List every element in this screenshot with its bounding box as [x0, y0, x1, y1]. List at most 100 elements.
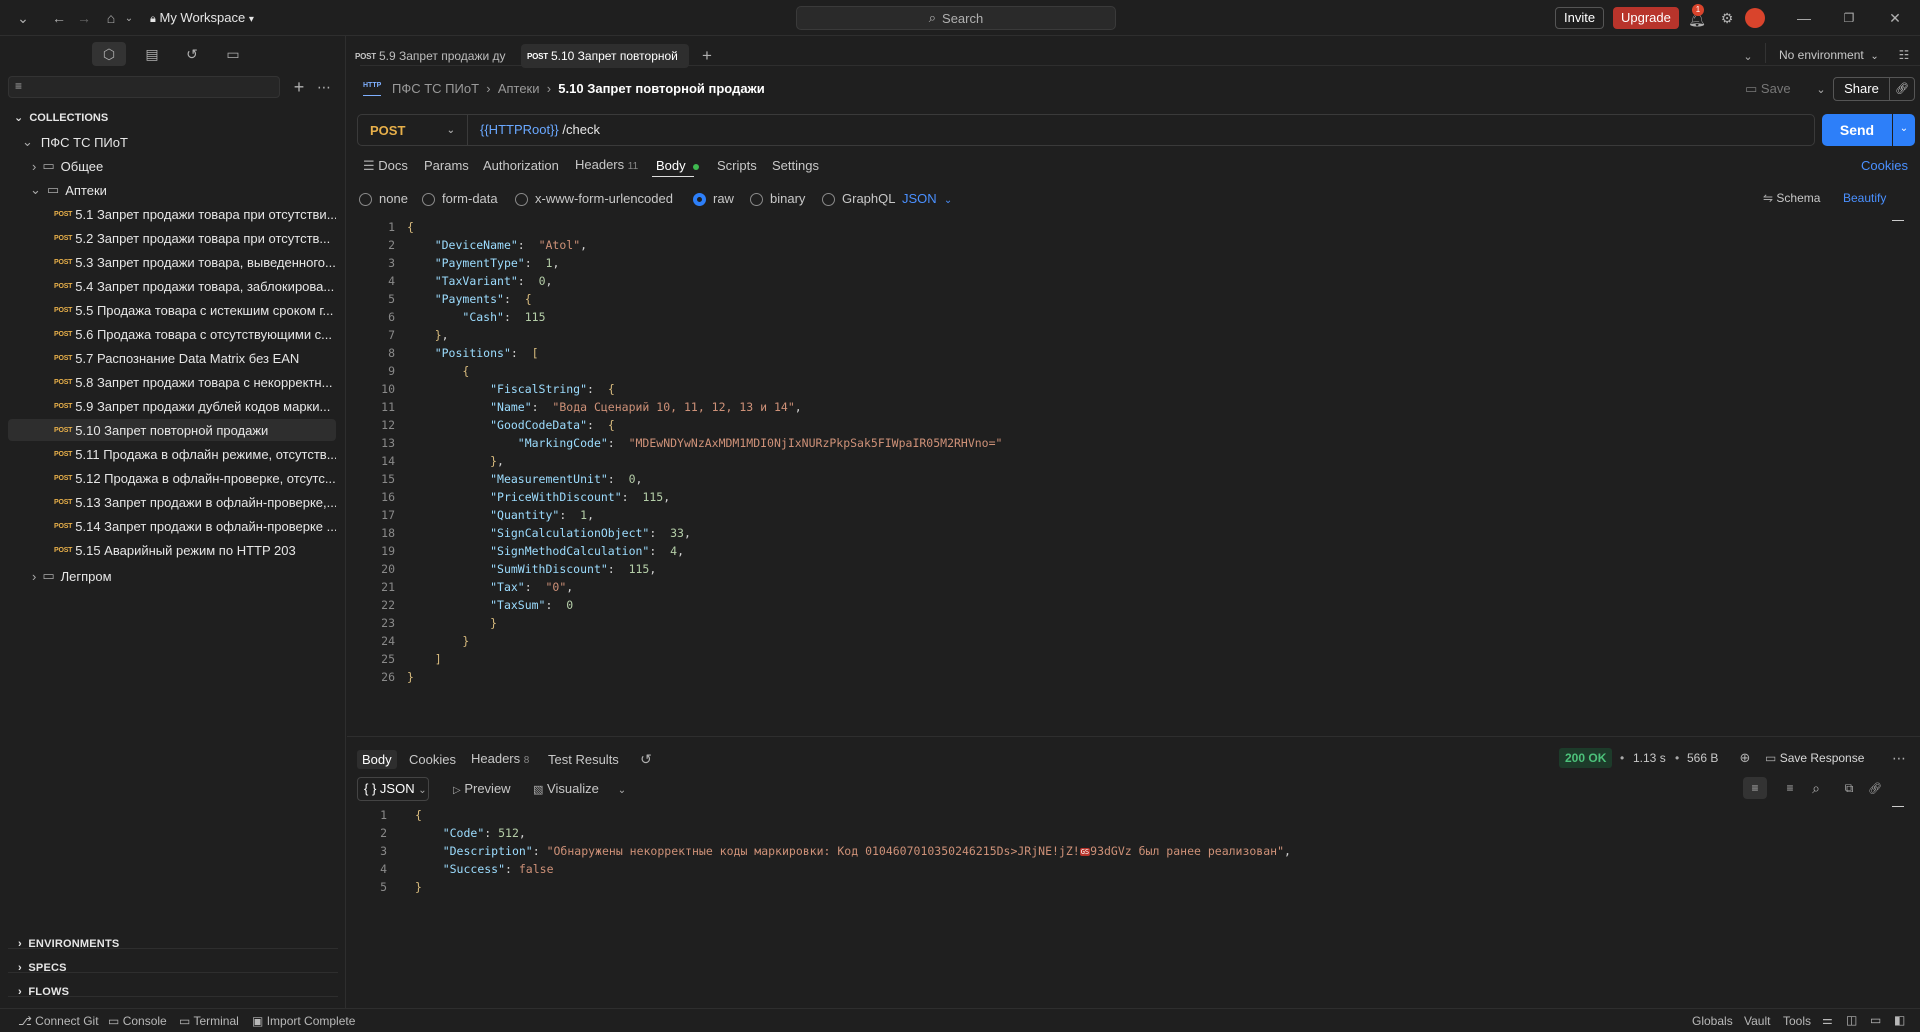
radio-none[interactable]: none [359, 191, 408, 207]
list-item[interactable]: POST 5.1 Запрет продажи товара при отсутс… [8, 203, 336, 225]
search-icon[interactable]: ⌕ [1805, 777, 1827, 799]
list-item[interactable]: POST 5.11 Продажа в офлайн режиме, отсутс… [8, 443, 336, 465]
response-size[interactable]: 566 B [1687, 751, 1718, 765]
save-response-button[interactable]: ▭ Save Response [1765, 751, 1864, 765]
breadcrumb-collection[interactable]: ПФС ТС ПИоТ [392, 81, 479, 96]
request-body-editor[interactable]: 1 {2 "DeviceName": "Atol", 3 "PaymentType"… [355, 218, 1905, 684]
response-time[interactable]: 1.13 s [1633, 751, 1666, 765]
link-icon[interactable]: 🔗︎ [1864, 777, 1886, 799]
invite-button[interactable]: Invite [1555, 7, 1605, 29]
split-icon[interactable]: ◧ [1894, 1013, 1905, 1027]
list-item[interactable]: POST 5.7 Распознание Data Matrix без EAN [8, 347, 336, 369]
radio-urlencoded[interactable]: x-www-form-urlencoded [515, 191, 673, 207]
chevron-down-icon[interactable]: ⌄ [12, 7, 34, 29]
tab-body[interactable]: Body [656, 158, 700, 173]
plus-icon[interactable]: + [288, 76, 310, 98]
flows-section[interactable]: › FLOWS [18, 986, 69, 998]
breadcrumb-folder[interactable]: Аптеки [498, 81, 540, 96]
format-selector[interactable]: JSON ⌄ [902, 191, 952, 206]
list-item[interactable]: POST 5.3 Запрет продажи товара, выведенно… [8, 251, 336, 273]
resp-tab-body[interactable]: Body [357, 750, 397, 769]
new-tab-plus-icon[interactable]: + [696, 45, 718, 67]
history-icon[interactable]: ↺ [181, 43, 203, 65]
tab-authorization[interactable]: Authorization [483, 158, 559, 173]
method-selector[interactable]: POST ⌄ [358, 115, 468, 145]
filter-icon[interactable]: ≡ [1779, 777, 1801, 799]
radio-raw[interactable]: raw [693, 191, 734, 207]
wrap-lines-button[interactable]: ≡ [1743, 777, 1767, 799]
settings-sliders-icon[interactable]: ⚌ [1822, 1013, 1833, 1027]
preview-button[interactable]: ▷ Preview [453, 781, 511, 796]
list-item[interactable]: POST 5.5 Продажа товара с истекшим сроком… [8, 299, 336, 321]
tab-params[interactable]: Params [424, 158, 469, 173]
send-button[interactable]: Send [1822, 114, 1892, 146]
radio-form-data[interactable]: form-data [422, 191, 498, 207]
scrollbar[interactable] [1892, 806, 1904, 807]
list-item[interactable]: POST 5.12 Продажа в офлайн-проверке, отсу… [8, 467, 336, 489]
environment-icon[interactable]: ▤ [141, 43, 163, 65]
folder-pharmacy[interactable]: ⌄ ▭ Аптеки [30, 179, 107, 201]
back-arrow-icon[interactable]: ← [48, 7, 70, 29]
radio-graphql[interactable]: GraphQL [822, 191, 895, 207]
folder-legprom[interactable]: › ▭ Легпром [32, 565, 112, 587]
vault-button[interactable]: Vault [1744, 1014, 1770, 1028]
restore-icon[interactable]: ❐ [1838, 7, 1860, 29]
save-button[interactable]: ▭ Save [1745, 81, 1791, 97]
beautify-button[interactable]: Beautify [1843, 191, 1886, 205]
specs-section[interactable]: › SPECS [18, 962, 67, 974]
tab-headers[interactable]: Headers 11 [575, 157, 638, 172]
more-icon[interactable]: ⋯ [313, 76, 335, 98]
breadcrumb-current[interactable]: 5.10 Запрет повторной продажи [558, 81, 764, 96]
list-item[interactable]: POST 5.8 Запрет продажи товара с некоррек… [8, 371, 336, 393]
upgrade-button[interactable]: Upgrade [1613, 7, 1679, 29]
tab-settings[interactable]: Settings [772, 158, 819, 173]
scrollbar[interactable] [1892, 220, 1904, 221]
filter-input[interactable]: ≡ [8, 76, 280, 98]
share-button[interactable]: Share [1834, 78, 1890, 100]
environments-section[interactable]: › ENVIRONMENTS [18, 938, 119, 950]
layout-icon[interactable]: ◫ [1846, 1013, 1857, 1027]
tab-docs[interactable]: ☰ Docs [363, 158, 408, 174]
save-dropdown-icon[interactable]: ⌄ [1810, 78, 1832, 100]
list-item[interactable]: POST 5.9 Запрет продажи дублей кодов марк… [8, 395, 336, 417]
collection-root[interactable]: ⌄ ПФС ТС ПИоТ [22, 131, 128, 153]
minimize-icon[interactable]: — [1793, 7, 1815, 29]
environment-selector[interactable]: No environment ⌄ [1779, 48, 1879, 62]
copy-icon[interactable]: ⧉ [1838, 777, 1860, 799]
send-dropdown-icon[interactable]: ⌄ [1893, 114, 1915, 146]
url-input[interactable]: {{HTTPRoot}} /check [480, 122, 600, 137]
tools-button[interactable]: Tools [1783, 1014, 1811, 1028]
tabs-dropdown-icon[interactable]: ⌄ [1737, 45, 1759, 67]
list-item[interactable]: POST 5.15 Аварийный режим по HTTP 203 [8, 539, 336, 561]
chevron-down-icon[interactable]: ⌄ [611, 779, 633, 801]
link-icon[interactable]: 🔗︎ [1890, 78, 1914, 100]
globals-button[interactable]: Globals [1692, 1014, 1733, 1028]
folder-icon[interactable]: ▭ [222, 43, 244, 65]
radio-binary[interactable]: binary [750, 191, 805, 207]
panel-icon[interactable]: ▭ [1870, 1013, 1881, 1027]
status-badge[interactable]: 200 OK [1559, 748, 1613, 768]
resp-tab-headers[interactable]: Headers 8 [471, 751, 529, 766]
home-dropdown-icon[interactable]: ⌄ [118, 7, 140, 29]
folder-general[interactable]: › ▭ Общее [32, 155, 103, 177]
collections-header[interactable]: ⌄ COLLECTIONS [14, 111, 108, 124]
import-status[interactable]: ▣ Import Complete [252, 1014, 355, 1028]
workspace-selector[interactable]: 🔒︎ My Workspace ▾ [150, 10, 254, 26]
response-format-selector[interactable]: { } JSON ⌄ [357, 777, 429, 801]
list-item[interactable]: POST 5.13 Запрет продажи в офлайн-проверк… [8, 491, 336, 513]
history-icon[interactable]: ↺ [635, 748, 657, 770]
resp-tab-cookies[interactable]: Cookies [409, 752, 456, 767]
visualize-button[interactable]: ▧ Visualize [533, 781, 599, 796]
forward-arrow-icon[interactable]: → [73, 7, 95, 29]
schema-button[interactable]: ⇋ Schema [1763, 191, 1820, 205]
list-item[interactable]: POST 5.14 Запрет продажи в офлайн-проверк… [8, 515, 336, 537]
terminal-button[interactable]: ▭ Terminal [179, 1014, 239, 1028]
list-item[interactable]: POST 5.6 Продажа товара с отсутствующими … [8, 323, 336, 345]
search-box[interactable]: ⌕ Search [796, 6, 1116, 30]
response-body-viewer[interactable]: 1 {2 "Code": 512, 3 "Description": "Обнару… [347, 806, 1897, 916]
connect-git-button[interactable]: ⎇ Connect Git [18, 1014, 99, 1028]
avatar[interactable] [1745, 8, 1765, 28]
list-item[interactable]: POST 5.4 Запрет продажи товара, заблокиро… [8, 275, 336, 297]
gear-icon[interactable]: ⚙ [1716, 7, 1738, 29]
more-icon[interactable]: ⋯ [1888, 747, 1910, 769]
